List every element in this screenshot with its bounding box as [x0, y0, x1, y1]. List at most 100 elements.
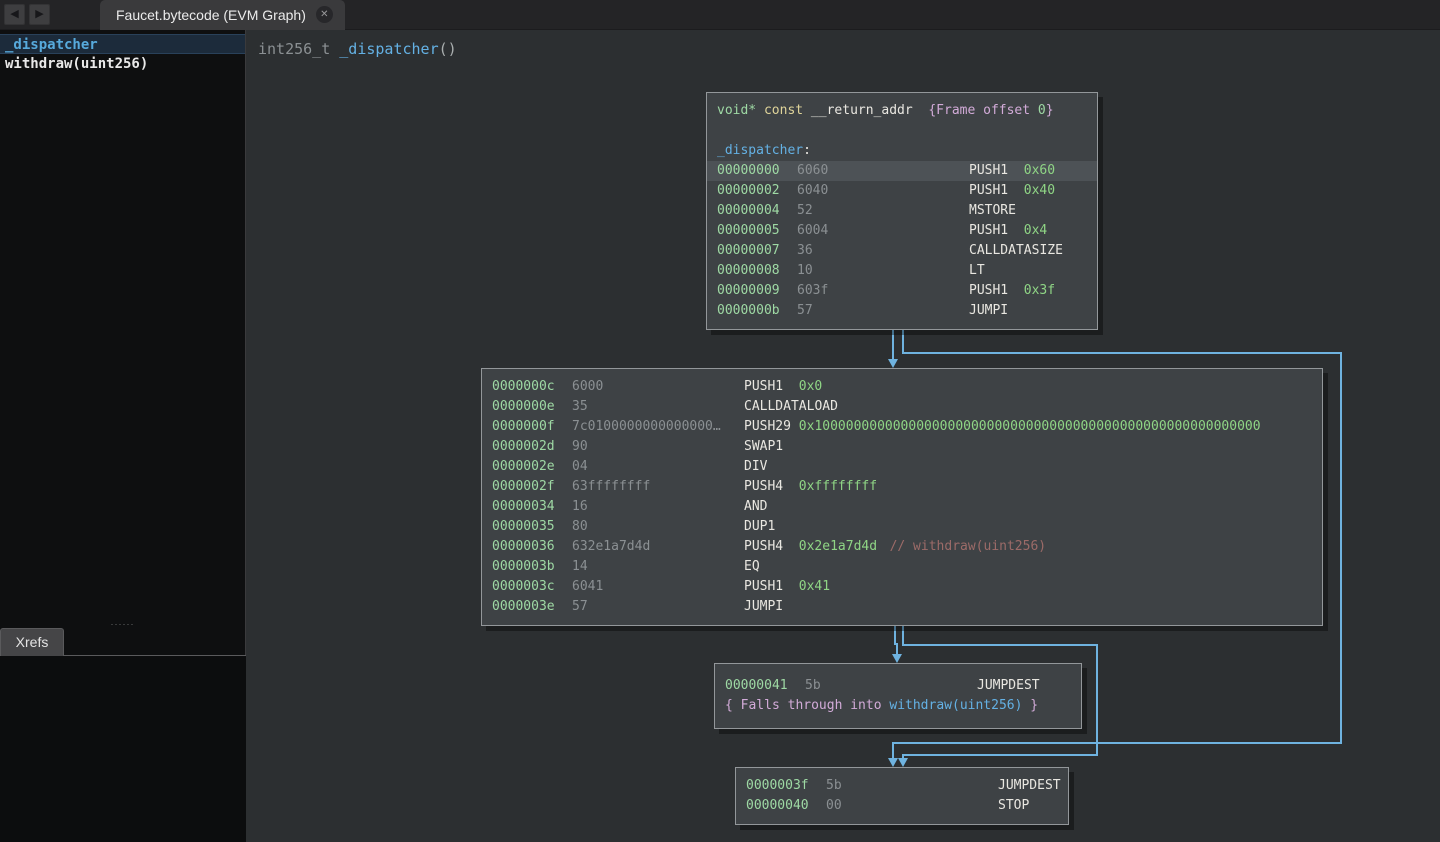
- insn-operand[interactable]: 0xffffffff: [799, 479, 877, 494]
- insn-mnemonic[interactable]: SWAP1: [744, 437, 799, 457]
- code-token[interactable]: withdraw(uint256): [889, 698, 1022, 713]
- block-0x0[interactable]: void* const __return_addr {Frame offset …: [706, 92, 1098, 330]
- instruction-row[interactable]: 0000000736CALLDATASIZE: [717, 241, 1087, 261]
- insn-operand[interactable]: 0x10000000000000000000000000000000000000…: [799, 419, 1261, 434]
- insn-address[interactable]: 0000003e: [492, 597, 572, 617]
- instruction-row[interactable]: 0000003b14EQ: [492, 557, 1312, 577]
- insn-mnemonic[interactable]: CALLDATALOAD: [744, 397, 838, 417]
- insn-address[interactable]: 00000004: [717, 201, 797, 221]
- insn-mnemonic[interactable]: JUMPI: [969, 301, 1024, 321]
- instruction-row[interactable]: 0000000452MSTORE: [717, 201, 1087, 221]
- insn-address[interactable]: 00000036: [492, 537, 572, 557]
- code-token: [756, 103, 764, 118]
- blank-row[interactable]: [717, 121, 1087, 141]
- insn-address[interactable]: 00000034: [492, 497, 572, 517]
- instruction-row[interactable]: 000000056004PUSH1 0x4: [717, 221, 1087, 241]
- insn-address[interactable]: 0000002f: [492, 477, 572, 497]
- instruction-row[interactable]: 0000002d90SWAP1: [492, 437, 1312, 457]
- insn-mnemonic[interactable]: EQ: [744, 557, 799, 577]
- insn-mnemonic[interactable]: PUSH1: [744, 577, 799, 597]
- insn-address[interactable]: 0000000e: [492, 397, 572, 417]
- insn-address[interactable]: 0000003b: [492, 557, 572, 577]
- tab-faucet-bytecode[interactable]: Faucet.bytecode (EVM Graph) ✕: [100, 0, 345, 30]
- annotation-row[interactable]: { Falls through into withdraw(uint256) }: [725, 696, 1071, 716]
- insn-address[interactable]: 0000002e: [492, 457, 572, 477]
- xrefs-panel: [0, 656, 246, 842]
- insn-mnemonic[interactable]: JUMPDEST: [998, 776, 1061, 796]
- insn-mnemonic[interactable]: AND: [744, 497, 799, 517]
- insn-mnemonic[interactable]: MSTORE: [969, 201, 1024, 221]
- insn-address[interactable]: 0000003c: [492, 577, 572, 597]
- code-token[interactable]: _dispatcher: [717, 143, 803, 158]
- instruction-row[interactable]: 0000000c6000PUSH1 0x0: [492, 377, 1312, 397]
- instruction-row[interactable]: 0000002f63ffffffffPUSH4 0xffffffff: [492, 477, 1312, 497]
- instruction-row[interactable]: 0000002e04DIV: [492, 457, 1312, 477]
- annotation-row[interactable]: _dispatcher:: [717, 141, 1087, 161]
- instruction-row[interactable]: 0000000b57JUMPI: [717, 301, 1087, 321]
- insn-mnemonic[interactable]: PUSH1: [744, 377, 799, 397]
- instruction-row[interactable]: 000000026040PUSH1 0x40: [717, 181, 1087, 201]
- insn-mnemonic[interactable]: PUSH4: [744, 537, 799, 557]
- insn-mnemonic[interactable]: DUP1: [744, 517, 799, 537]
- instruction-row[interactable]: 0000003f5bJUMPDEST: [746, 776, 1058, 796]
- insn-address[interactable]: 00000008: [717, 261, 797, 281]
- block-0x3f[interactable]: 0000003f5bJUMPDEST0000004000STOP: [735, 767, 1069, 825]
- insn-mnemonic[interactable]: DIV: [744, 457, 799, 477]
- insn-address[interactable]: 00000002: [717, 181, 797, 201]
- back-button[interactable]: ◀: [4, 4, 25, 25]
- insn-operand[interactable]: 0x4: [1024, 223, 1047, 238]
- instruction-row[interactable]: 000000006060PUSH1 0x60: [707, 161, 1097, 181]
- insn-mnemonic[interactable]: PUSH1: [969, 161, 1024, 181]
- insn-address[interactable]: 00000000: [717, 161, 797, 181]
- insn-mnemonic[interactable]: PUSH1: [969, 181, 1024, 201]
- insn-address[interactable]: 00000041: [725, 676, 805, 696]
- sidebar-function-withdraw-uint256-[interactable]: withdraw(uint256): [0, 54, 245, 74]
- instruction-row[interactable]: 0000000810LT: [717, 261, 1087, 281]
- block-0xc[interactable]: 0000000c6000PUSH1 0x00000000e35CALLDATAL…: [481, 368, 1323, 626]
- insn-mnemonic[interactable]: STOP: [998, 796, 1053, 816]
- instruction-row[interactable]: 0000003416AND: [492, 497, 1312, 517]
- instruction-row[interactable]: 0000000f7c0100000000000000…PUSH29 0x1000…: [492, 417, 1312, 437]
- insn-mnemonic[interactable]: PUSH29: [744, 417, 799, 437]
- insn-address[interactable]: 00000035: [492, 517, 572, 537]
- insn-address[interactable]: 0000000c: [492, 377, 572, 397]
- insn-operand[interactable]: 0x2e1a7d4d: [799, 539, 877, 554]
- sidebar-function--dispatcher[interactable]: _dispatcher: [0, 34, 245, 54]
- insn-mnemonic[interactable]: PUSH1: [969, 221, 1024, 241]
- insn-bytes: 00: [826, 796, 998, 816]
- instruction-row[interactable]: 0000003e57JUMPI: [492, 597, 1312, 617]
- insn-address[interactable]: 00000005: [717, 221, 797, 241]
- horizontal-splitter-handle[interactable]: ······: [0, 620, 245, 628]
- insn-operand[interactable]: 0x0: [799, 379, 822, 394]
- instruction-row[interactable]: 0000000e35CALLDATALOAD: [492, 397, 1312, 417]
- insn-address[interactable]: 00000040: [746, 796, 826, 816]
- insn-mnemonic[interactable]: CALLDATASIZE: [969, 241, 1063, 261]
- annotation-row[interactable]: void* const __return_addr {Frame offset …: [717, 101, 1087, 121]
- instruction-row[interactable]: 0000004000STOP: [746, 796, 1058, 816]
- graph-canvas[interactable]: int256_t _dispatcher() void* const __ret…: [246, 30, 1440, 842]
- tab-xrefs[interactable]: Xrefs: [0, 628, 64, 656]
- insn-operand[interactable]: 0x60: [1024, 163, 1055, 178]
- insn-address[interactable]: 0000002d: [492, 437, 572, 457]
- insn-address[interactable]: 0000000b: [717, 301, 797, 321]
- insn-address[interactable]: 00000007: [717, 241, 797, 261]
- instruction-row[interactable]: 00000009603fPUSH1 0x3f: [717, 281, 1087, 301]
- insn-address[interactable]: 0000000f: [492, 417, 572, 437]
- insn-mnemonic[interactable]: LT: [969, 261, 1024, 281]
- insn-address[interactable]: 00000009: [717, 281, 797, 301]
- insn-operand[interactable]: 0x3f: [1024, 283, 1055, 298]
- instruction-row[interactable]: 00000036632e1a7d4dPUSH4 0x2e1a7d4d// wit…: [492, 537, 1312, 557]
- instruction-row[interactable]: 000000415bJUMPDEST: [725, 676, 1071, 696]
- instruction-row[interactable]: 0000003580DUP1: [492, 517, 1312, 537]
- insn-address[interactable]: 0000003f: [746, 776, 826, 796]
- close-icon[interactable]: ✕: [316, 6, 333, 23]
- insn-mnemonic[interactable]: JUMPI: [744, 597, 799, 617]
- instruction-row[interactable]: 0000003c6041PUSH1 0x41: [492, 577, 1312, 597]
- insn-mnemonic[interactable]: PUSH4: [744, 477, 799, 497]
- insn-operand[interactable]: 0x40: [1024, 183, 1055, 198]
- forward-button[interactable]: ▶: [29, 4, 50, 25]
- insn-operand[interactable]: 0x41: [799, 579, 830, 594]
- insn-mnemonic[interactable]: JUMPDEST: [977, 676, 1040, 696]
- block-0x41[interactable]: 000000415bJUMPDEST{ Falls through into w…: [714, 663, 1082, 729]
- insn-mnemonic[interactable]: PUSH1: [969, 281, 1024, 301]
